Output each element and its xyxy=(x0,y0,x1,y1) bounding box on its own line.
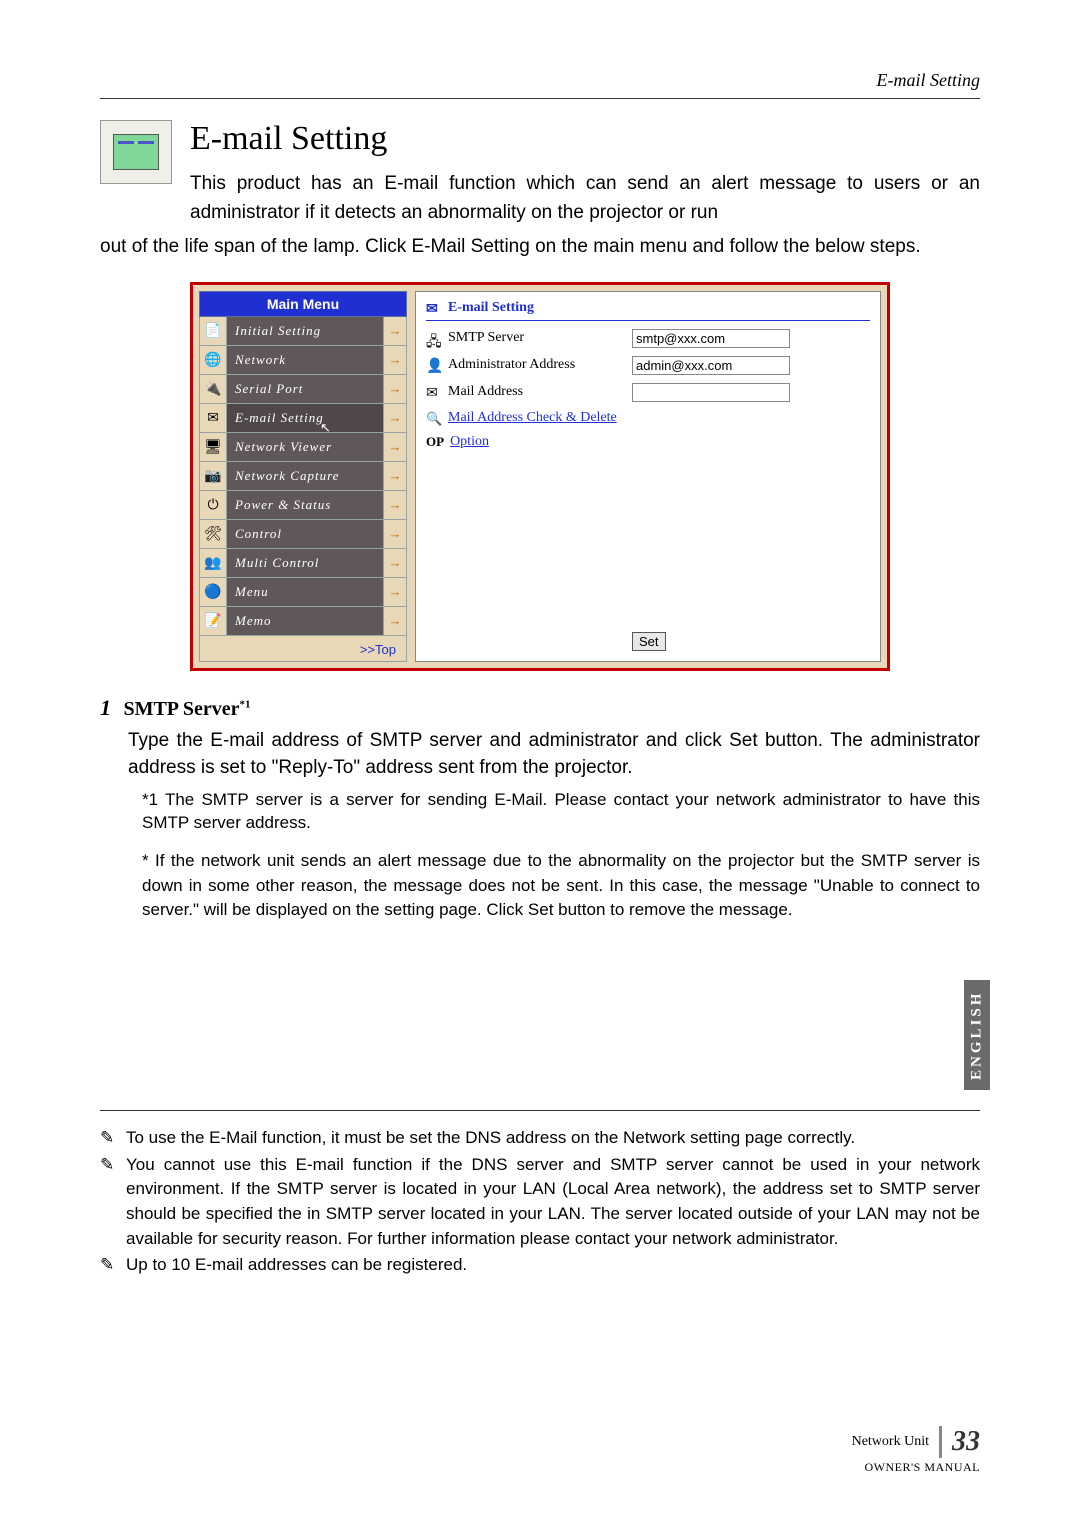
language-tab: ENGLISH xyxy=(964,980,990,1090)
admin-icon: 👤 xyxy=(426,358,442,372)
mail-icon: ✉ xyxy=(200,404,227,432)
menu-label: Network Capture xyxy=(235,468,339,484)
note-icon: 📝 xyxy=(200,607,227,635)
option-link[interactable]: Option xyxy=(450,434,489,450)
menu-item-serial-port[interactable]: 🔌 Serial Port → xyxy=(199,375,407,404)
mail-icon: ✉ xyxy=(426,301,442,315)
arrow-right-icon: → xyxy=(383,462,406,490)
mail-label: Mail Address xyxy=(448,384,523,400)
menu-label: Control xyxy=(235,526,282,542)
pane-title: E-mail Setting xyxy=(448,300,534,316)
menu-item-multi-control[interactable]: 👥 Multi Control → xyxy=(199,549,407,578)
mail-icon: ✉ xyxy=(426,385,442,399)
arrow-right-icon: → xyxy=(383,578,406,606)
menu-item-email-setting[interactable]: ✉ E-mail Setting → ↖ xyxy=(199,404,407,433)
menu-item-control[interactable]: 🛠 Control → xyxy=(199,520,407,549)
footnote-star: * If the network unit sends an alert mes… xyxy=(142,849,980,923)
menu-label: Multi Control xyxy=(235,555,319,571)
menu-label: Initial Setting xyxy=(235,323,321,339)
footer-rule xyxy=(100,1110,980,1111)
main-menu: Main Menu 📄 Initial Setting → 🌐 Network … xyxy=(199,291,407,662)
option-prefix: OP xyxy=(426,434,444,450)
footer-manual: OWNER'S MANUAL xyxy=(852,1460,980,1475)
page-footer: Network Unit 33 OWNER'S MANUAL xyxy=(852,1426,980,1475)
doc-icon: 📄 xyxy=(200,317,227,345)
group-icon: 👥 xyxy=(200,549,227,577)
bottom-notes: ✎ To use the E-Mail function, it must be … xyxy=(100,1126,980,1280)
menu-label: Network xyxy=(235,352,286,368)
intro-paragraph-b: out of the life span of the lamp. Click … xyxy=(100,233,980,262)
step-body: Type the E-mail address of SMTP server a… xyxy=(128,727,980,782)
power-icon: ⏻ xyxy=(200,491,227,519)
pencil-icon: ✎ xyxy=(100,1253,118,1278)
arrow-right-icon: → xyxy=(383,549,406,577)
smtp-input[interactable] xyxy=(632,329,790,348)
smtp-label: SMTP Server xyxy=(448,330,524,346)
menu-item-network-capture[interactable]: 📷 Network Capture → xyxy=(199,462,407,491)
note-2: You cannot use this E-mail function if t… xyxy=(126,1153,980,1252)
menu-label: E-mail Setting xyxy=(235,410,324,426)
embedded-screenshot: Main Menu 📄 Initial Setting → 🌐 Network … xyxy=(190,282,890,671)
pencil-icon: ✎ xyxy=(100,1153,118,1252)
menu-item-power-status[interactable]: ⏻ Power & Status → xyxy=(199,491,407,520)
monitor-icon: 🖥 xyxy=(200,433,227,461)
admin-label: Administrator Address xyxy=(448,357,575,373)
menu-label: Network Viewer xyxy=(235,439,332,455)
arrow-right-icon: → xyxy=(383,375,406,403)
step-number: 1 xyxy=(100,695,111,720)
circle-icon: 🔵 xyxy=(200,578,227,606)
admin-input[interactable] xyxy=(632,356,790,375)
arrow-right-icon: → xyxy=(383,433,406,461)
menu-item-menu[interactable]: 🔵 Menu → xyxy=(199,578,407,607)
set-button[interactable]: Set xyxy=(632,632,666,651)
top-link[interactable]: >>Top xyxy=(199,636,407,662)
note-3: Up to 10 E-mail addresses can be registe… xyxy=(126,1253,467,1278)
pencil-icon: ✎ xyxy=(100,1126,118,1151)
menu-item-network[interactable]: 🌐 Network → xyxy=(199,346,407,375)
page-title: E-mail Setting xyxy=(190,120,980,158)
intro-paragraph-a: This product has an E-mail function whic… xyxy=(190,170,980,227)
arrow-right-icon: → xyxy=(383,346,406,374)
menu-label: Memo xyxy=(235,613,272,629)
arrow-right-icon: → xyxy=(383,607,406,635)
content-pane: ✉ E-mail Setting 🖧 SMTP Server 👤 Administr… xyxy=(415,291,881,662)
plug-icon: 🔌 xyxy=(200,375,227,403)
header-rule xyxy=(100,98,980,99)
menu-label: Menu xyxy=(235,584,269,600)
section-thumbnail xyxy=(100,120,172,184)
footnote-1: *1 The SMTP server is a server for sendi… xyxy=(142,788,980,836)
footer-unit: Network Unit xyxy=(852,1434,929,1450)
arrow-right-icon: → xyxy=(383,520,406,548)
menu-label: Power & Status xyxy=(235,497,331,513)
step-title: SMTP Server*1 xyxy=(123,698,250,720)
mail-check-link[interactable]: Mail Address Check & Delete xyxy=(448,410,617,426)
menu-label: Serial Port xyxy=(235,381,303,397)
check-icon: 🔍 xyxy=(426,411,442,425)
mail-input[interactable] xyxy=(632,383,790,402)
globe-icon: 🌐 xyxy=(200,346,227,374)
note-1: To use the E-Mail function, it must be s… xyxy=(126,1126,855,1151)
main-menu-header: Main Menu xyxy=(199,291,407,317)
menu-item-initial-setting[interactable]: 📄 Initial Setting → xyxy=(199,317,407,346)
tools-icon: 🛠 xyxy=(200,520,227,548)
arrow-right-icon: → xyxy=(383,491,406,519)
arrow-right-icon: → xyxy=(383,404,406,432)
camera-icon: 📷 xyxy=(200,462,227,490)
server-icon: 🖧 xyxy=(426,331,442,345)
arrow-right-icon: → xyxy=(383,317,406,345)
menu-item-network-viewer[interactable]: 🖥 Network Viewer → xyxy=(199,433,407,462)
menu-item-memo[interactable]: 📝 Memo → xyxy=(199,607,407,636)
page-number: 33 xyxy=(939,1426,980,1458)
running-header: E-mail Setting xyxy=(877,70,980,91)
